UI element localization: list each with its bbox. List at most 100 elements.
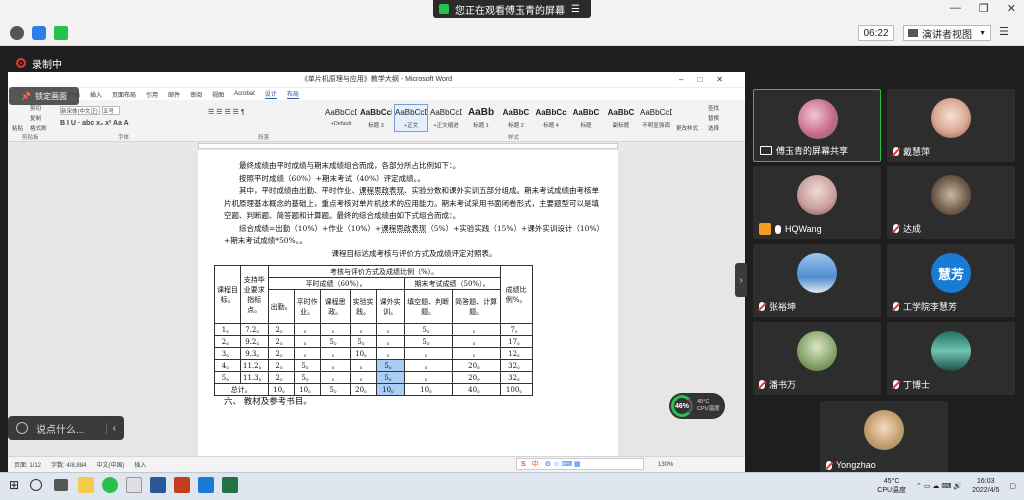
cut-button[interactable]: 剪切 xyxy=(30,104,41,112)
search-icon[interactable] xyxy=(30,479,42,491)
style-heading2[interactable]: AaBbC 标题 2 xyxy=(499,104,533,132)
status-words[interactable]: 字数: 4/8,884 xyxy=(51,460,86,469)
tab-insert[interactable]: 插入 xyxy=(90,90,102,99)
share-banner-text: 您正在观看傅玉青的屏幕 xyxy=(455,5,565,17)
tab-page-layout[interactable]: 页面布局 xyxy=(112,90,136,99)
change-styles-button[interactable]: 更改样式 xyxy=(676,124,698,132)
font-size-select[interactable]: 五号 xyxy=(102,106,120,115)
minimize-button[interactable]: — xyxy=(950,2,961,15)
app-icon[interactable] xyxy=(126,477,142,493)
tray-cpu[interactable]: 45°C CPU温度 xyxy=(877,477,906,495)
section-6-heading: 六、 教材及参考书目。 xyxy=(224,397,312,407)
format-painter-button[interactable]: 格式刷 xyxy=(30,124,47,132)
document-area[interactable]: 最终成绩由平时成绩与期末成绩组合而成，各部分所占比例如下：。 按照平时成绩（60… xyxy=(8,150,745,456)
mic-muted-icon xyxy=(893,302,899,311)
word-window-controls[interactable]: –□✕ xyxy=(679,72,737,88)
record-icon xyxy=(16,58,26,68)
participant-tile[interactable]: 丁博士 xyxy=(887,322,1015,395)
font-name-select[interactable]: 新宋体(中文正) xyxy=(60,106,100,115)
mic-muted-icon xyxy=(893,224,899,233)
status-lang[interactable]: 中文(中国) xyxy=(96,460,124,469)
restore-button[interactable]: ❐ xyxy=(979,2,989,15)
participant-tile[interactable]: 傅玉青的屏幕共享 xyxy=(753,89,881,162)
style-subtitle[interactable]: AaBbC 副标题 xyxy=(604,104,638,132)
replace-button[interactable]: 替换 xyxy=(708,114,719,122)
style-heading3[interactable]: AaBbCcI 标题 3 xyxy=(359,104,393,132)
notification-icon[interactable]: ▢ xyxy=(1009,482,1016,490)
paragraph-buttons[interactable]: ☰ ☰ ☰ ☰ ¶ xyxy=(208,108,245,116)
select-button[interactable]: 选择 xyxy=(708,124,719,132)
more-menu-icon[interactable]: ☰ xyxy=(999,25,1009,38)
view-mode-button[interactable]: 演讲者视图 ▼ xyxy=(903,25,991,41)
participant-tile[interactable]: HQWang xyxy=(753,166,881,239)
th-goal: 课程目标。 xyxy=(214,265,241,324)
excel-icon[interactable] xyxy=(222,477,238,493)
tab-review[interactable]: 审阅 xyxy=(190,90,202,99)
meeting-timer: 06:22 xyxy=(858,25,894,41)
start-icon[interactable]: ⊞ xyxy=(6,477,22,493)
status-mode[interactable]: 插入 xyxy=(134,460,146,469)
task-view-icon[interactable] xyxy=(54,479,68,491)
participant-tile[interactable]: 达成 xyxy=(887,166,1015,239)
avatar xyxy=(931,331,971,371)
copy-button[interactable]: 复制 xyxy=(30,114,41,122)
tray-icons[interactable]: ⌃ ▭ ☁ ⌨ 🔊 xyxy=(916,482,962,490)
tab-acrobat[interactable]: Acrobat xyxy=(234,91,255,97)
info-icon[interactable] xyxy=(10,26,24,40)
paste-button[interactable]: 粘贴 xyxy=(12,124,23,132)
tab-design[interactable]: 设计 xyxy=(264,89,277,99)
participant-tile[interactable]: 慧芳 工学院李慧芳 xyxy=(887,244,1015,317)
powerpoint-icon[interactable] xyxy=(174,477,190,493)
signal-icon[interactable] xyxy=(54,26,68,40)
word-icon[interactable] xyxy=(150,477,166,493)
style-heading4[interactable]: AaBbCc 标题 4 xyxy=(534,104,568,132)
recording-indicator: 录制中 xyxy=(0,54,120,72)
ime-tools-icon[interactable]: ⚙ ☺ ⌨ ▦ xyxy=(545,460,581,468)
chevron-left-icon[interactable]: ‹ xyxy=(105,422,116,434)
style-body-indent[interactable]: AaBbCcD +正文缩进 xyxy=(429,104,463,132)
emoji-icon[interactable] xyxy=(16,422,28,434)
share-banner[interactable]: 您正在观看傅玉青的屏幕 ☰ xyxy=(433,0,591,18)
style-body[interactable]: AaBbCcDd+正文 xyxy=(394,104,428,132)
style-subtle-emphasis[interactable]: AaBbCcDc不明显强调 xyxy=(639,104,673,132)
word-window: 《单片机原理与应用》教学大纲 - Microsoft Word –□✕ 开始 插… xyxy=(8,72,745,472)
cpu-monitor: 46% 45°C CPU温度 xyxy=(669,393,725,419)
tray-clock[interactable]: 16:03 2022/4/5 xyxy=(972,477,999,495)
tab-mailings[interactable]: 邮件 xyxy=(168,90,180,99)
participant-tile[interactable]: Yongzhao xyxy=(820,401,948,474)
participant-tile[interactable]: 潘书万 xyxy=(753,322,881,395)
lock-label: 锁定画面 xyxy=(34,91,67,101)
find-button[interactable]: 查找 xyxy=(708,104,719,112)
meeting-app-icon[interactable] xyxy=(198,477,214,493)
participant-tile[interactable]: 戴慧萍 xyxy=(887,89,1015,162)
participant-tile[interactable]: 张裕坤 xyxy=(753,244,881,317)
table-row: 3。 9.3。 2。。。 10。。。。 12。 xyxy=(214,347,533,360)
th-assess: 考核与评价方式及成绩比例（%）。 xyxy=(267,265,501,278)
wechat-icon[interactable] xyxy=(102,477,118,493)
file-explorer-icon[interactable] xyxy=(78,477,94,493)
tab-references[interactable]: 引用 xyxy=(146,90,158,99)
ime-mode[interactable]: 中 xyxy=(532,459,539,469)
shield-icon[interactable] xyxy=(32,26,46,40)
word-title: 《单片机原理与应用》教学大纲 - Microsoft Word xyxy=(300,76,453,83)
avatar xyxy=(797,253,837,293)
status-page[interactable]: 页面: 1/12 xyxy=(14,460,41,469)
menu-icon[interactable]: ☰ xyxy=(571,4,580,15)
style-heading1[interactable]: AaBb 标题 1 xyxy=(464,104,498,132)
tab-layout[interactable]: 布局 xyxy=(286,89,299,99)
font-format-buttons[interactable]: B I U · abc x₂ x² Aa A xyxy=(60,120,129,127)
mic-muted-icon xyxy=(893,380,899,389)
lock-screen-button[interactable]: 📌 锁定画面 xyxy=(9,87,79,105)
mic-muted-icon xyxy=(759,380,765,389)
close-button[interactable]: ✕ xyxy=(1007,2,1016,15)
chat-input[interactable]: 说点什么... ‹ xyxy=(8,416,124,440)
document-page[interactable]: 最终成绩由平时成绩与期末成绩组合而成，各部分所占比例如下：。 按照平时成绩（60… xyxy=(198,150,618,456)
ime-toolbar[interactable]: S 中 ⚙ ☺ ⌨ ▦ xyxy=(516,458,644,470)
collapse-panel-button[interactable]: › xyxy=(735,263,747,297)
screen-icon xyxy=(439,4,449,14)
doc-paragraph-4: 综合成绩=出勤（10%）+作业（10%）+课程思政表现（5%）+实验实践（15%… xyxy=(224,223,605,246)
tab-view[interactable]: 视图 xyxy=(212,90,224,99)
style-default[interactable]: AaBbCcDc+Default xyxy=(324,104,358,132)
zoom-level[interactable]: 130% xyxy=(658,462,673,468)
style-title[interactable]: AaBbC 标题 xyxy=(569,104,603,132)
